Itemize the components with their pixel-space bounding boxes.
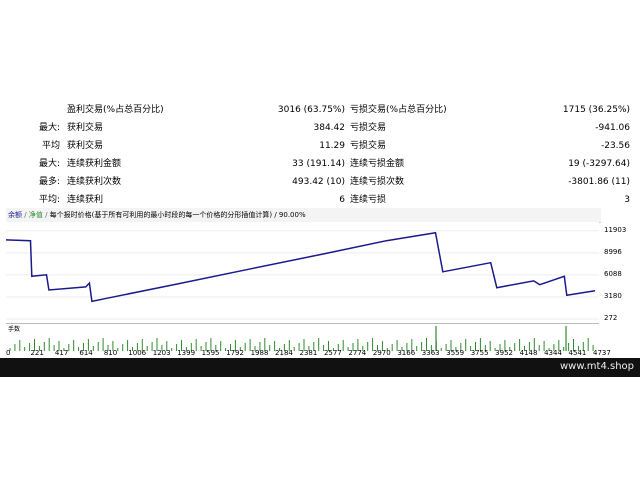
right-value: -941.06: [595, 123, 630, 133]
stats-row: 最大: 连续获利金额 33 (191.14) 连续亏损金额 19 (-3297.…: [0, 157, 640, 175]
y-tick-label: 6088: [604, 269, 622, 278]
x-tick-label: 3755: [470, 349, 489, 357]
x-tick-label: 2184: [275, 349, 293, 357]
right-label: 连续亏损金额: [350, 159, 405, 169]
y-tick-label: 272: [604, 314, 618, 322]
x-tick-label: 614: [79, 349, 93, 357]
x-tick-label: 2381: [299, 349, 318, 357]
row-prefix: 最大:: [38, 159, 60, 169]
right-value: -23.56: [600, 141, 630, 151]
left-value: 11.29: [319, 141, 345, 151]
x-tick-label: 4344: [544, 349, 562, 357]
x-tick-label: 4148: [519, 349, 538, 357]
x-tick-label: 417: [54, 349, 69, 357]
y-tick-label: 11903: [604, 225, 627, 234]
left-label: 连续获利: [67, 195, 104, 205]
x-tick-label: 2970: [372, 349, 391, 357]
x-tick-label: 4541: [568, 349, 587, 357]
row-prefix: 最多:: [38, 177, 60, 187]
volume-bars: [9, 326, 594, 351]
right-label: 亏损交易: [350, 141, 387, 151]
balance-line: [6, 231, 596, 303]
equity-legend: 净值: [28, 211, 43, 219]
x-tick-label: 221: [30, 349, 44, 357]
x-tick-label: 810: [103, 349, 118, 357]
left-label: 连续获利次数: [67, 177, 122, 187]
footer-bar: www.mt4.shop: [0, 358, 640, 377]
stats-row: 平均 获利交易 11.29 亏损交易 -23.56: [0, 139, 640, 157]
right-value: 19 (-3297.64): [568, 159, 630, 169]
volume-label: 手数: [8, 326, 21, 333]
right-label: 亏损交易: [350, 123, 387, 133]
balance-legend: 余额: [8, 211, 22, 219]
x-tick-label: 3952: [495, 349, 513, 357]
stats-row: 盈利交易(%占总百分比) 3016 (63.75%) 亏损交易(%占总百分比) …: [0, 103, 640, 121]
left-value: 6: [339, 195, 345, 205]
left-label: 获利交易: [67, 141, 104, 151]
left-value: 493.42 (10): [292, 177, 345, 187]
x-tick-label: 1988: [250, 349, 269, 357]
left-value: 33 (191.14): [292, 159, 345, 169]
row-prefix: 最大:: [38, 123, 60, 133]
right-value: 1715 (36.25%): [562, 105, 630, 115]
left-value: 3016 (63.75%): [277, 105, 345, 115]
left-label: 盈利交易(%占总百分比): [67, 105, 164, 115]
x-tick-label: 2577: [323, 349, 342, 357]
watermark: www.mt4.shop: [559, 361, 634, 372]
right-value: 3: [624, 195, 630, 205]
x-tick-label: 4737: [593, 349, 611, 357]
right-value: -3801.86 (11): [568, 177, 630, 187]
x-tick-label: 1203: [152, 349, 171, 357]
balance-chart: 余额 / 净值 / 每个报时价格(基于所有可利用的最小时段的每一个价格的分形插值…: [6, 208, 640, 358]
x-tick-label: 1595: [201, 349, 220, 357]
stats-row: 最多: 连续获利次数 493.42 (10) 连续亏损次数 -3801.86 (…: [0, 175, 640, 193]
right-label: 亏损交易(%占总百分比): [350, 105, 447, 115]
x-tick-label: 3166: [397, 349, 416, 357]
left-label: 获利交易: [67, 123, 104, 133]
x-tick-label: 1006: [128, 349, 147, 357]
right-label: 连续亏损: [350, 195, 387, 205]
x-tick-label: 3559: [446, 349, 465, 357]
balance-plot: [6, 222, 599, 321]
x-tick-label: 1399: [177, 349, 196, 357]
x-tick-label: 1792: [226, 349, 244, 357]
chart-header: 余额 / 净值 / 每个报时价格(基于所有可利用的最小时段的每一个价格的分形插值…: [6, 208, 601, 223]
stats-row: 最大: 获利交易 384.42 亏损交易 -941.06: [0, 121, 640, 139]
row-prefix: 平均: [41, 141, 60, 151]
right-label: 连续亏损次数: [350, 177, 405, 187]
y-tick-label: 3180: [604, 291, 622, 300]
x-tick-label: 0: [6, 349, 11, 357]
chart-description: 每个报时价格(基于所有可利用的最小时段的每一个价格的分形插值计算) / 90.0…: [49, 211, 306, 219]
left-value: 384.42: [313, 123, 346, 133]
row-prefix: 平均:: [38, 195, 60, 205]
x-tick-label: 3363: [421, 349, 440, 357]
x-tick-label: 2774: [348, 349, 367, 357]
left-label: 连续获利金额: [67, 159, 122, 169]
volume-panel: 手数: [6, 323, 599, 351]
y-tick-label: 8996: [604, 247, 622, 256]
